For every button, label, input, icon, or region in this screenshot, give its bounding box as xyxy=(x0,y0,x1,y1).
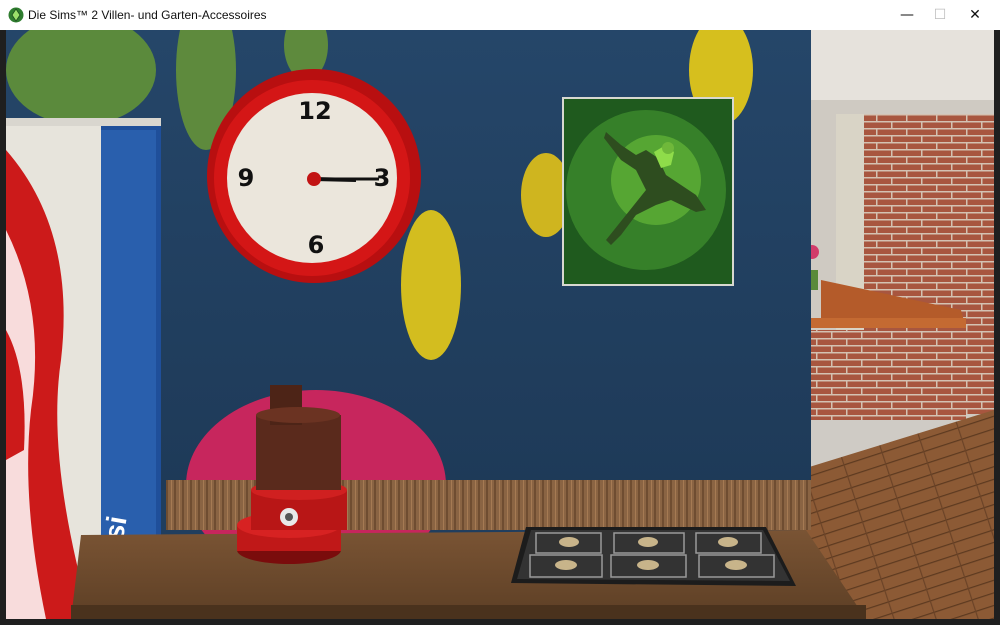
game-viewport[interactable]: 12 3 6 9 xyxy=(6,30,994,619)
title-bar[interactable]: Die Sims™ 2 Villen- und Garten-Accessoir… xyxy=(0,0,1000,30)
minimize-button[interactable]: — xyxy=(890,0,924,30)
maximize-button[interactable]: ☐ xyxy=(923,0,957,30)
sims-plumbob-icon xyxy=(8,7,24,23)
clock-numeral-6: 6 xyxy=(308,231,325,259)
wall-clock[interactable]: 12 3 6 9 xyxy=(207,69,421,283)
railing-top xyxy=(811,318,966,328)
gas-cooktop[interactable] xyxy=(511,527,796,586)
scene-canvas[interactable]: 12 3 6 9 xyxy=(6,30,994,619)
clock-center xyxy=(307,172,321,186)
window-title: Die Sims™ 2 Villen- und Garten-Accessoir… xyxy=(28,8,267,22)
wall-dot-yellow xyxy=(401,210,461,360)
close-button[interactable]: ✕ xyxy=(958,0,992,30)
wall-poster[interactable] xyxy=(562,97,734,286)
poster-figure xyxy=(662,142,674,154)
game-window: Die Sims™ 2 Villen- und Garten-Accessoir… xyxy=(0,0,1000,625)
clock-numeral-12: 12 xyxy=(298,97,331,125)
counter-edge xyxy=(71,605,866,619)
clock-numeral-9: 9 xyxy=(238,164,255,192)
ceiling xyxy=(806,30,994,100)
